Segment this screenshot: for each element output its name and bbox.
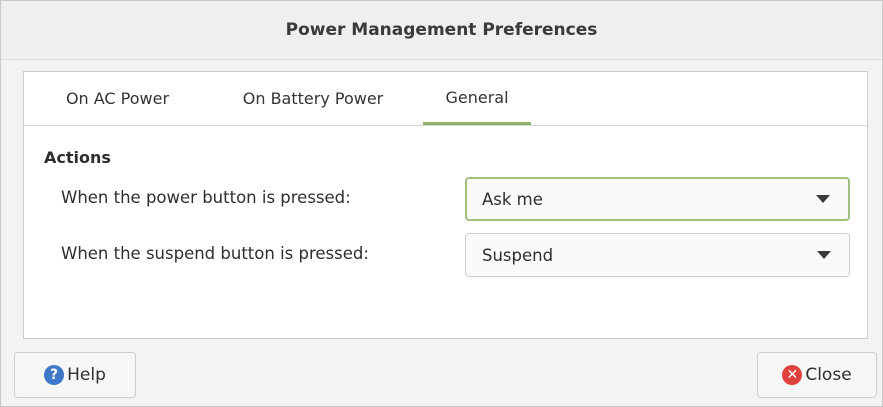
chevron-down-icon: [816, 195, 830, 203]
power-management-window: Power Management Preferences On AC Power…: [0, 0, 883, 407]
window-titlebar[interactable]: Power Management Preferences: [1, 1, 882, 60]
tab-label: On Battery Power: [242, 89, 384, 108]
suspend-button-action-select[interactable]: Suspend: [465, 233, 850, 277]
close-icon: ✕: [782, 365, 803, 385]
help-button-label: Help: [67, 365, 106, 385]
tab-label: General: [445, 87, 509, 107]
power-button-action-select[interactable]: Ask me: [465, 177, 850, 221]
help-icon: ?: [44, 365, 65, 385]
tab-label: On AC Power: [65, 89, 170, 108]
help-button[interactable]: ? Help: [14, 352, 136, 398]
chevron-down-icon: [817, 251, 831, 259]
window-title: Power Management Preferences: [285, 20, 598, 40]
suspend-button-label: When the suspend button is pressed:: [61, 244, 369, 263]
tab-notebook: On AC Power On Battery Power General Act…: [23, 71, 868, 339]
close-button[interactable]: ✕ Close: [757, 352, 877, 398]
close-button-label: Close: [805, 365, 852, 385]
tab-general[interactable]: General: [423, 72, 531, 125]
tab-on-ac-power[interactable]: On AC Power: [32, 72, 203, 125]
power-button-label: When the power button is pressed:: [61, 188, 351, 207]
tab-on-battery-power[interactable]: On Battery Power: [203, 72, 423, 125]
suspend-button-action-value: Suspend: [482, 245, 554, 265]
power-button-action-value: Ask me: [482, 189, 543, 209]
tab-bar: On AC Power On Battery Power General: [24, 72, 867, 126]
actions-heading: Actions: [44, 148, 111, 167]
